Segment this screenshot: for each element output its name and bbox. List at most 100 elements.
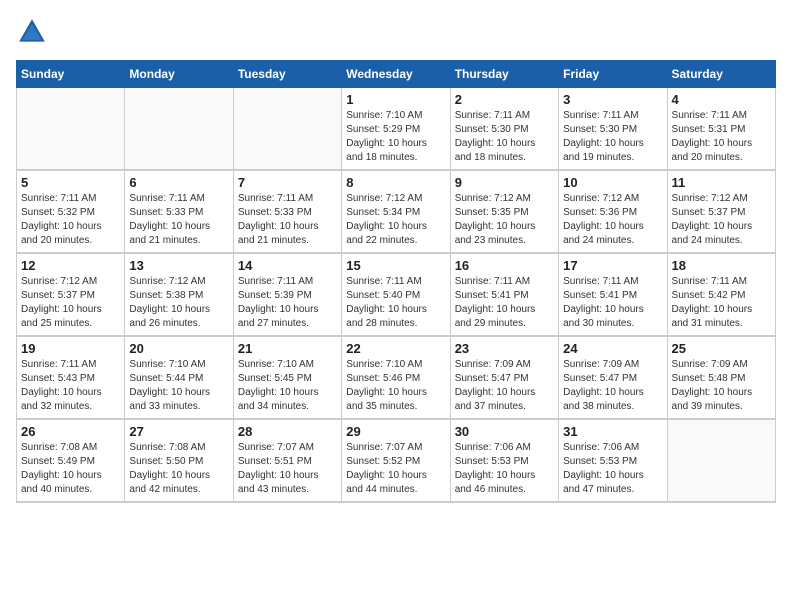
logo-icon — [16, 16, 48, 48]
day-number: 11 — [672, 175, 771, 190]
calendar-cell — [667, 419, 775, 502]
calendar-cell: 4 Sunrise: 7:11 AM Sunset: 5:31 PM Daylig… — [667, 88, 775, 171]
calendar-cell: 17 Sunrise: 7:11 AM Sunset: 5:41 PM Dayli… — [559, 253, 667, 336]
day-number: 7 — [238, 175, 337, 190]
day-info: Sunrise: 7:07 AM Sunset: 5:51 PM Dayligh… — [238, 441, 337, 497]
day-number: 13 — [129, 258, 228, 273]
calendar-cell — [125, 88, 233, 171]
calendar-cell: 29 Sunrise: 7:07 AM Sunset: 5:52 PM Dayli… — [342, 419, 450, 502]
day-number: 5 — [21, 175, 120, 190]
day-info: Sunrise: 7:11 AM Sunset: 5:41 PM Dayligh… — [563, 275, 662, 331]
calendar-cell: 14 Sunrise: 7:11 AM Sunset: 5:39 PM Dayli… — [233, 253, 341, 336]
calendar-cell: 23 Sunrise: 7:09 AM Sunset: 5:47 PM Dayli… — [450, 336, 558, 419]
logo — [16, 16, 52, 48]
day-number: 12 — [21, 258, 120, 273]
day-number: 2 — [455, 92, 554, 107]
day-info: Sunrise: 7:10 AM Sunset: 5:44 PM Dayligh… — [129, 358, 228, 414]
calendar-cell: 16 Sunrise: 7:11 AM Sunset: 5:41 PM Dayli… — [450, 253, 558, 336]
calendar-header-row: SundayMondayTuesdayWednesdayThursdayFrid… — [17, 61, 776, 88]
day-number: 19 — [21, 341, 120, 356]
day-number: 28 — [238, 424, 337, 439]
calendar-week-row: 1 Sunrise: 7:10 AM Sunset: 5:29 PM Daylig… — [17, 88, 776, 171]
day-info: Sunrise: 7:11 AM Sunset: 5:41 PM Dayligh… — [455, 275, 554, 331]
calendar-week-row: 26 Sunrise: 7:08 AM Sunset: 5:49 PM Dayli… — [17, 419, 776, 502]
calendar-header-tuesday: Tuesday — [233, 61, 341, 88]
calendar-week-row: 5 Sunrise: 7:11 AM Sunset: 5:32 PM Daylig… — [17, 170, 776, 253]
calendar-cell: 7Sunrise: 7:11 AM Sunset: 5:33 PM Daylig… — [233, 170, 341, 253]
day-number: 9 — [455, 175, 554, 190]
calendar-cell: 15 Sunrise: 7:11 AM Sunset: 5:40 PM Dayli… — [342, 253, 450, 336]
calendar-header-saturday: Saturday — [667, 61, 775, 88]
day-number: 16 — [455, 258, 554, 273]
calendar-header-thursday: Thursday — [450, 61, 558, 88]
day-number: 20 — [129, 341, 228, 356]
day-info: Sunrise: 7:10 AM Sunset: 5:29 PM Dayligh… — [346, 109, 445, 165]
calendar-header-friday: Friday — [559, 61, 667, 88]
day-info: Sunrise: 7:11 AM Sunset: 5:33 PM Dayligh… — [129, 192, 228, 248]
calendar-cell: 20 Sunrise: 7:10 AM Sunset: 5:44 PM Dayli… — [125, 336, 233, 419]
day-info: Sunrise: 7:12 AM Sunset: 5:36 PM Dayligh… — [563, 192, 662, 248]
day-info: Sunrise: 7:12 AM Sunset: 5:34 PM Dayligh… — [346, 192, 445, 248]
page-header — [16, 16, 776, 48]
calendar-header-wednesday: Wednesday — [342, 61, 450, 88]
day-info: Sunrise: 7:11 AM Sunset: 5:30 PM Dayligh… — [455, 109, 554, 165]
day-number: 17 — [563, 258, 662, 273]
day-info: Sunrise: 7:10 AM Sunset: 5:46 PM Dayligh… — [346, 358, 445, 414]
day-number: 29 — [346, 424, 445, 439]
day-number: 25 — [672, 341, 771, 356]
day-info: Sunrise: 7:11 AM Sunset: 5:40 PM Dayligh… — [346, 275, 445, 331]
day-info: Sunrise: 7:11 AM Sunset: 5:39 PM Dayligh… — [238, 275, 337, 331]
day-info: Sunrise: 7:12 AM Sunset: 5:35 PM Dayligh… — [455, 192, 554, 248]
day-info: Sunrise: 7:08 AM Sunset: 5:49 PM Dayligh… — [21, 441, 120, 497]
day-info: Sunrise: 7:11 AM Sunset: 5:43 PM Dayligh… — [21, 358, 120, 414]
calendar-cell: 1 Sunrise: 7:10 AM Sunset: 5:29 PM Daylig… — [342, 88, 450, 171]
day-info: Sunrise: 7:06 AM Sunset: 5:53 PM Dayligh… — [563, 441, 662, 497]
calendar-cell: 3 Sunrise: 7:11 AM Sunset: 5:30 PM Daylig… — [559, 88, 667, 171]
day-info: Sunrise: 7:07 AM Sunset: 5:52 PM Dayligh… — [346, 441, 445, 497]
day-info: Sunrise: 7:12 AM Sunset: 5:38 PM Dayligh… — [129, 275, 228, 331]
day-info: Sunrise: 7:06 AM Sunset: 5:53 PM Dayligh… — [455, 441, 554, 497]
day-number: 14 — [238, 258, 337, 273]
day-info: Sunrise: 7:09 AM Sunset: 5:47 PM Dayligh… — [563, 358, 662, 414]
calendar-cell: 30Sunrise: 7:06 AM Sunset: 5:53 PM Dayli… — [450, 419, 558, 502]
day-number: 26 — [21, 424, 120, 439]
day-number: 27 — [129, 424, 228, 439]
day-number: 22 — [346, 341, 445, 356]
day-number: 8 — [346, 175, 445, 190]
day-number: 21 — [238, 341, 337, 356]
calendar-cell: 9 Sunrise: 7:12 AM Sunset: 5:35 PM Daylig… — [450, 170, 558, 253]
day-info: Sunrise: 7:09 AM Sunset: 5:47 PM Dayligh… — [455, 358, 554, 414]
day-number: 3 — [563, 92, 662, 107]
day-info: Sunrise: 7:11 AM Sunset: 5:32 PM Dayligh… — [21, 192, 120, 248]
calendar-cell: 12Sunrise: 7:12 AM Sunset: 5:37 PM Dayli… — [17, 253, 125, 336]
calendar-cell: 28 Sunrise: 7:07 AM Sunset: 5:51 PM Dayli… — [233, 419, 341, 502]
calendar-cell: 25Sunrise: 7:09 AM Sunset: 5:48 PM Dayli… — [667, 336, 775, 419]
calendar-cell: 27 Sunrise: 7:08 AM Sunset: 5:50 PM Dayli… — [125, 419, 233, 502]
calendar-cell: 5 Sunrise: 7:11 AM Sunset: 5:32 PM Daylig… — [17, 170, 125, 253]
calendar-cell — [17, 88, 125, 171]
calendar-cell: 10 Sunrise: 7:12 AM Sunset: 5:36 PM Dayli… — [559, 170, 667, 253]
calendar-week-row: 19 Sunrise: 7:11 AM Sunset: 5:43 PM Dayli… — [17, 336, 776, 419]
day-info: Sunrise: 7:11 AM Sunset: 5:31 PM Dayligh… — [672, 109, 771, 165]
day-number: 15 — [346, 258, 445, 273]
calendar-table: SundayMondayTuesdayWednesdayThursdayFrid… — [16, 60, 776, 503]
day-info: Sunrise: 7:11 AM Sunset: 5:30 PM Dayligh… — [563, 109, 662, 165]
calendar-cell: 24 Sunrise: 7:09 AM Sunset: 5:47 PM Dayli… — [559, 336, 667, 419]
day-number: 6 — [129, 175, 228, 190]
calendar-cell — [233, 88, 341, 171]
calendar-header-monday: Monday — [125, 61, 233, 88]
day-number: 24 — [563, 341, 662, 356]
day-number: 4 — [672, 92, 771, 107]
calendar-cell: 31Sunrise: 7:06 AM Sunset: 5:53 PM Dayli… — [559, 419, 667, 502]
day-number: 1 — [346, 92, 445, 107]
day-number: 23 — [455, 341, 554, 356]
calendar-cell: 19 Sunrise: 7:11 AM Sunset: 5:43 PM Dayli… — [17, 336, 125, 419]
calendar-cell: 6 Sunrise: 7:11 AM Sunset: 5:33 PM Daylig… — [125, 170, 233, 253]
calendar-cell: 11Sunrise: 7:12 AM Sunset: 5:37 PM Dayli… — [667, 170, 775, 253]
day-info: Sunrise: 7:08 AM Sunset: 5:50 PM Dayligh… — [129, 441, 228, 497]
day-number: 10 — [563, 175, 662, 190]
day-number: 18 — [672, 258, 771, 273]
calendar-cell: 26 Sunrise: 7:08 AM Sunset: 5:49 PM Dayli… — [17, 419, 125, 502]
calendar-header-sunday: Sunday — [17, 61, 125, 88]
calendar-cell: 2 Sunrise: 7:11 AM Sunset: 5:30 PM Daylig… — [450, 88, 558, 171]
